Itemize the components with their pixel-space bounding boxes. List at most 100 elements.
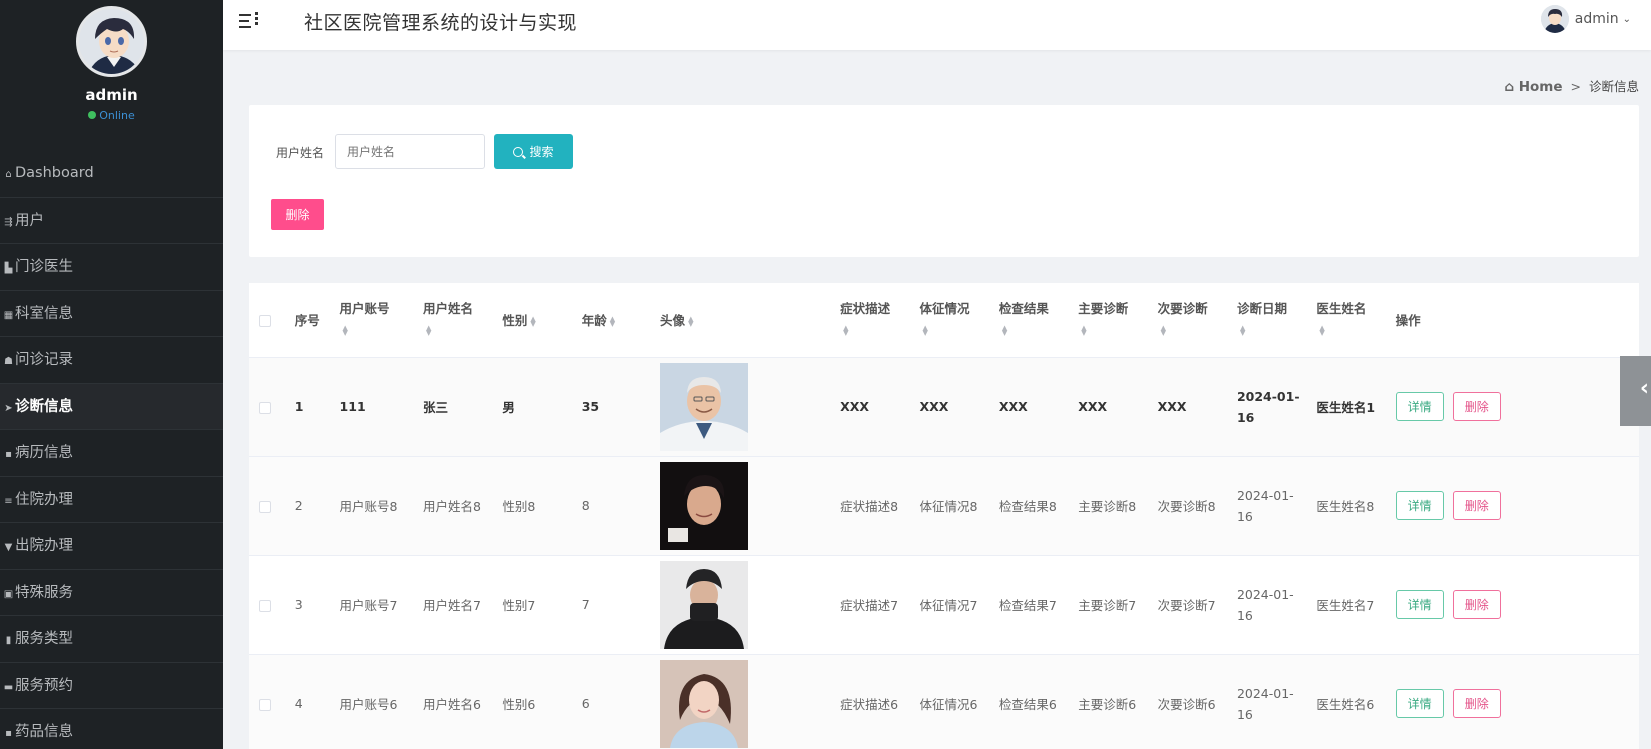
batch-delete-button[interactable]: 删除 xyxy=(271,199,324,230)
sort-icon[interactable]: ▲ ▼ xyxy=(688,315,696,327)
avatar-thumbnail[interactable] xyxy=(660,362,749,451)
delete-button[interactable]: 删除 xyxy=(1452,689,1501,718)
col-header[interactable]: 用户姓名 ▲ ▼ xyxy=(422,283,503,358)
avatar-thumbnail[interactable] xyxy=(660,461,749,550)
sidebar-item-label: 服务类型 xyxy=(15,631,73,647)
user-menu[interactable]: admin ⌄ xyxy=(1540,5,1631,33)
cell-avatar[interactable] xyxy=(660,654,841,749)
col-header[interactable]: 医生姓名 ▲ ▼ xyxy=(1316,283,1396,358)
cell-name: 张三 xyxy=(422,357,503,457)
checkbox-cell[interactable] xyxy=(249,654,295,749)
avatar[interactable] xyxy=(76,6,147,77)
select-all-checkbox[interactable] xyxy=(259,314,271,327)
sliders-icon: ⇶ xyxy=(4,216,13,228)
col-header[interactable]: 用户账号 ▲ ▼ xyxy=(339,283,423,358)
cell-main: 主要诊断8 xyxy=(1078,456,1158,556)
sort-icon[interactable]: ▲ ▼ xyxy=(1240,325,1248,337)
chevron-down-icon: ⌄ xyxy=(1622,13,1631,25)
row-checkbox[interactable] xyxy=(259,401,271,414)
breadcrumb-separator: > xyxy=(1570,79,1581,94)
page-title: 社区医院管理系统的设计与实现 xyxy=(304,12,578,34)
detail-button[interactable]: 详情 xyxy=(1395,590,1444,619)
detail-button[interactable]: 详情 xyxy=(1395,491,1444,520)
sort-icon[interactable]: ▲ ▼ xyxy=(530,315,538,327)
delete-button[interactable]: 删除 xyxy=(1452,392,1501,421)
cell-no: 4 xyxy=(294,654,340,749)
sort-icon[interactable]: ▲ ▼ xyxy=(1161,325,1169,337)
cell-result: 检查结果6 xyxy=(998,654,1079,749)
home-icon: ⌂ xyxy=(5,169,12,180)
sidebar-item[interactable]: ▣ 特殊服务 xyxy=(0,568,223,616)
row-checkbox[interactable] xyxy=(259,599,271,612)
sidebar-item[interactable]: ▮ 服务类型 xyxy=(0,615,223,662)
cell-age: 35 xyxy=(581,357,661,457)
sidebar-item[interactable]: ☗ 问诊记录 xyxy=(0,336,223,383)
col-header[interactable]: 检查结果 ▲ ▼ xyxy=(998,283,1079,358)
row-checkbox[interactable] xyxy=(259,500,271,513)
delete-button[interactable]: 删除 xyxy=(1452,491,1501,520)
cell-actions: 详情 删除 xyxy=(1395,456,1639,556)
sidebar: admin Online ⌂ Dashboard ⇶ 用户 ▙ 门诊医生 ▦ 科室信息 ☗ 问诊记… xyxy=(0,0,223,749)
cell-avatar[interactable] xyxy=(660,456,841,556)
cell-gender: 性别8 xyxy=(502,456,582,556)
cell-avatar[interactable] xyxy=(660,357,841,457)
col-header[interactable]: 诊断日期 ▲ ▼ xyxy=(1236,283,1317,358)
sort-icon[interactable]: ▲ ▼ xyxy=(1002,325,1010,337)
col-header[interactable]: 次要诊断 ▲ ▼ xyxy=(1157,283,1237,358)
menu-toggle-icon[interactable] xyxy=(239,10,259,30)
sidebar-item[interactable]: ⇶ 用户 xyxy=(0,196,223,244)
table-row[interactable]: 4 用户账号6 用户姓名6 性别6 6 症状描述6 体征情况6 检查结果6 主要诊断6 次要诊断6… xyxy=(249,654,1639,749)
delete-button[interactable]: 删除 xyxy=(1452,590,1501,619)
sort-icon[interactable]: ▲ ▼ xyxy=(610,315,618,327)
row-checkbox[interactable] xyxy=(259,698,271,711)
table-row[interactable]: 2 用户账号8 用户姓名8 性别8 8 症状描述8 体征情况8 检查结果8 主要诊断8 次要诊断8… xyxy=(249,456,1639,556)
search-input[interactable] xyxy=(335,134,485,169)
sidebar-item[interactable]: ▼ 出院办理 xyxy=(0,522,223,569)
sidebar-item[interactable]: ≡ 住院办理 xyxy=(0,475,223,523)
detail-button[interactable]: 详情 xyxy=(1395,392,1444,421)
search-button[interactable]: 搜索 xyxy=(494,134,573,169)
cell-name: 用户姓名6 xyxy=(422,654,503,749)
sort-icon[interactable]: ▲ ▼ xyxy=(1319,325,1327,337)
col-header[interactable]: 体征情况 ▲ ▼ xyxy=(919,283,999,358)
checkbox-cell[interactable] xyxy=(249,555,295,655)
col-header[interactable]: 症状描述 ▲ ▼ xyxy=(840,283,920,358)
cell-gender: 性别7 xyxy=(502,555,582,655)
sidebar-item-label: 科室信息 xyxy=(15,305,73,322)
select-all-checkbox-cell[interactable] xyxy=(249,283,295,358)
header-avatar[interactable] xyxy=(1540,5,1569,33)
cell-avatar[interactable] xyxy=(660,555,841,655)
sort-icon[interactable]: ▲ ▼ xyxy=(843,325,851,337)
sidebar-item-label: 特殊服务 xyxy=(15,584,73,601)
cell-result: 检查结果8 xyxy=(998,456,1079,556)
sidebar-item[interactable]: ▙ 门诊医生 xyxy=(0,243,223,290)
sort-icon[interactable]: ▲ ▼ xyxy=(343,325,351,337)
sidebar-item[interactable]: ▪ 药品信息 xyxy=(0,708,223,749)
checkbox-cell[interactable] xyxy=(249,357,295,457)
sidebar-item[interactable]: ▬ 服务预约 xyxy=(0,661,223,709)
checkbox-cell[interactable] xyxy=(249,456,295,556)
cell-minor: 次要诊断7 xyxy=(1157,555,1237,655)
col-header[interactable]: 年龄 ▲ ▼ xyxy=(581,283,661,358)
settings-drawer-toggle[interactable] xyxy=(1620,356,1651,426)
col-header[interactable]: 主要诊断 ▲ ▼ xyxy=(1078,283,1158,358)
avatar-thumbnail[interactable] xyxy=(660,659,749,748)
sort-icon[interactable]: ▲ ▼ xyxy=(426,325,434,337)
sort-icon[interactable]: ▲ ▼ xyxy=(923,325,931,337)
grid-icon: ▦ xyxy=(3,309,14,321)
sort-icon[interactable]: ▲ ▼ xyxy=(1081,325,1089,337)
col-header[interactable]: 头像 ▲ ▼ xyxy=(660,283,841,358)
col-header[interactable]: 性别 ▲ ▼ xyxy=(502,283,582,358)
cell-sign: 体征情况6 xyxy=(919,654,999,749)
cell-main: XXX xyxy=(1078,357,1158,457)
table-row[interactable]: 1 111 张三男 35 XXX XXX XXX XXX XXX 2024-01- 16 医生姓名1 详… xyxy=(249,357,1639,457)
sidebar-item[interactable]: ▪ 病历信息 xyxy=(0,429,223,476)
detail-button[interactable]: 详情 xyxy=(1395,689,1444,718)
avatar-thumbnail[interactable] xyxy=(660,560,749,649)
sidebar-item[interactable]: ⌂ Dashboard xyxy=(0,150,223,197)
table-row[interactable]: 3 用户账号7 用户姓名7 性别7 7 症状描述7 体征情况7 检查结果7 主要诊断7 次要诊断7… xyxy=(249,555,1639,655)
breadcrumb-home[interactable]: ⌂ Home xyxy=(1504,79,1562,95)
sidebar-item-label: 病历信息 xyxy=(15,445,73,461)
sidebar-item[interactable]: ▦ 科室信息 xyxy=(0,289,223,337)
sidebar-item[interactable]: ➤ 诊断信息 xyxy=(0,382,223,429)
